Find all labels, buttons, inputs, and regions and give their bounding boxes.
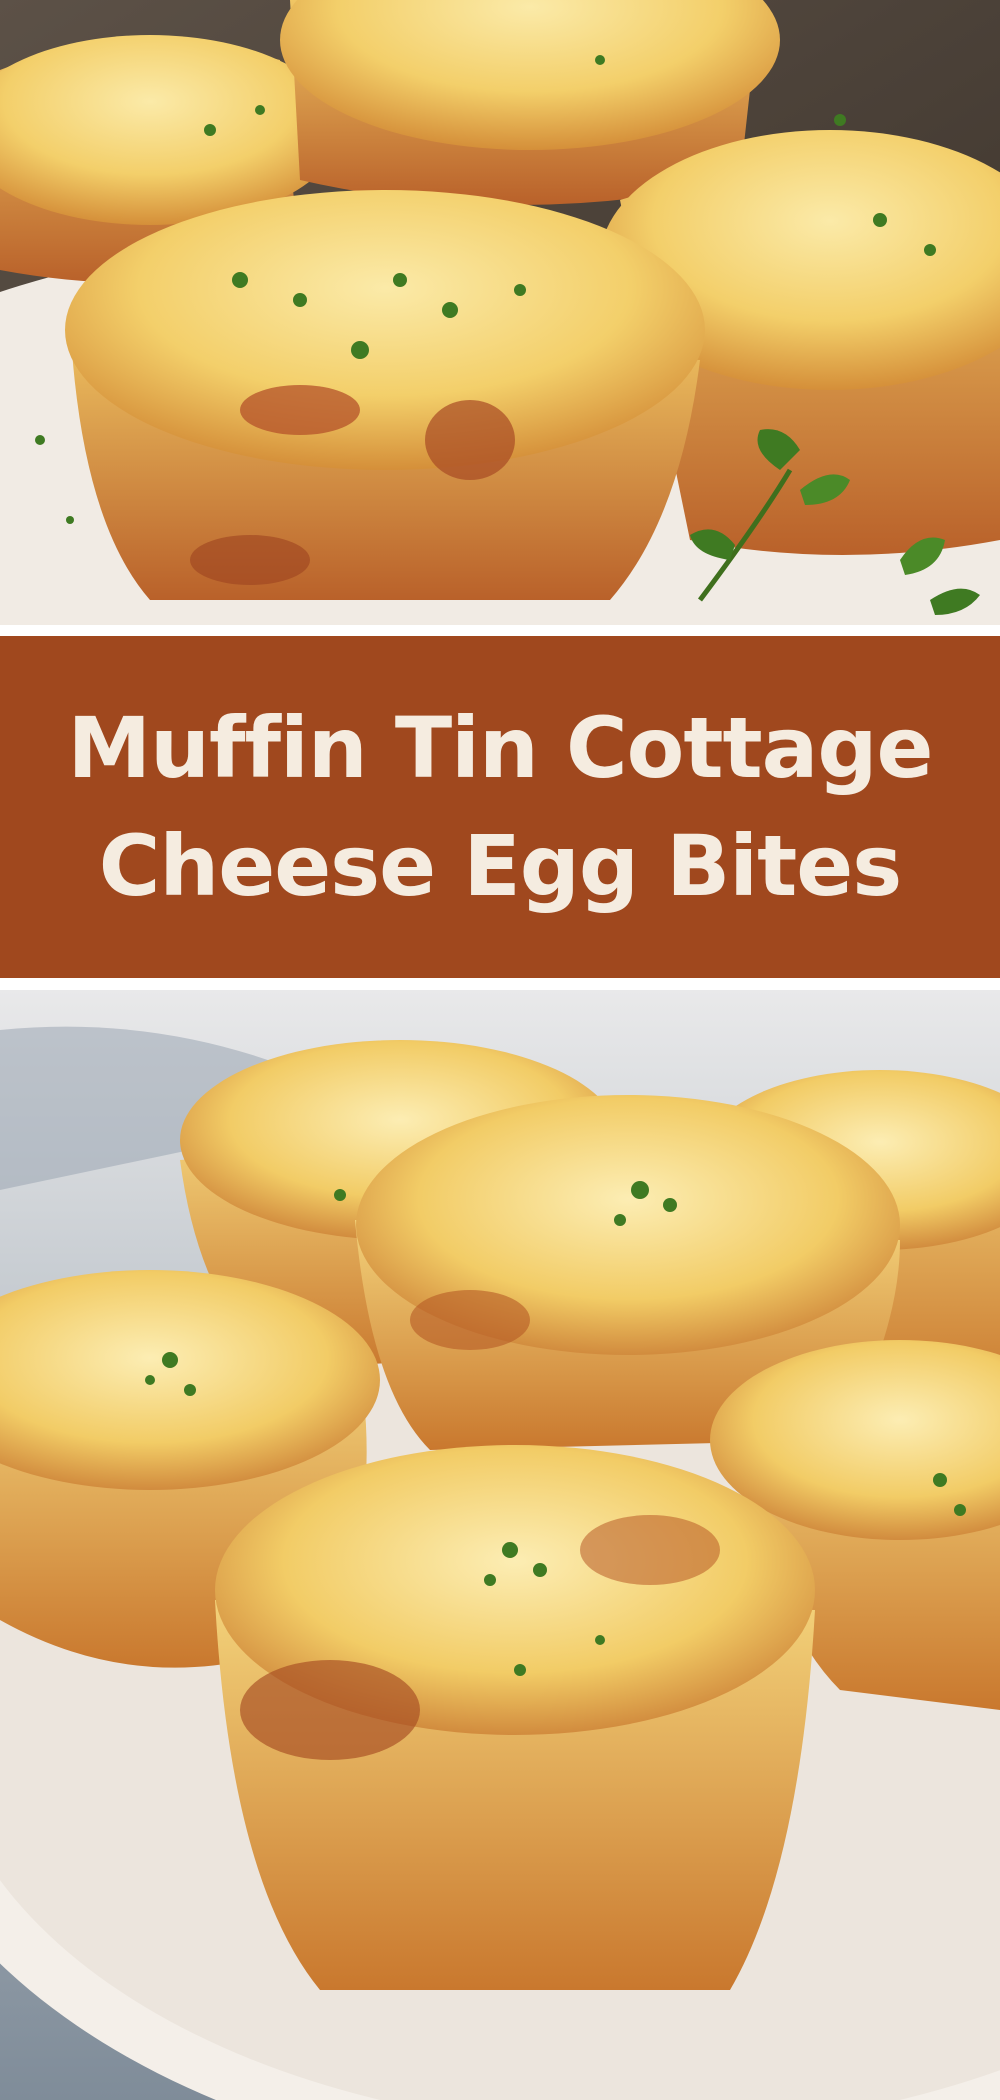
top-food-illustration	[0, 0, 1000, 625]
top-food-photo	[0, 0, 1000, 625]
bottom-food-illustration	[0, 990, 1000, 2100]
recipe-title: Muffin Tin Cottage Cheese Egg Bites	[67, 689, 934, 925]
title-banner: Muffin Tin Cottage Cheese Egg Bites	[0, 636, 1000, 978]
title-line-2: Cheese Egg Bites	[98, 817, 902, 915]
title-line-1: Muffin Tin Cottage	[67, 699, 934, 797]
egg-bite	[215, 1445, 815, 1990]
egg-bite	[65, 190, 705, 600]
bottom-food-photo	[0, 990, 1000, 2100]
